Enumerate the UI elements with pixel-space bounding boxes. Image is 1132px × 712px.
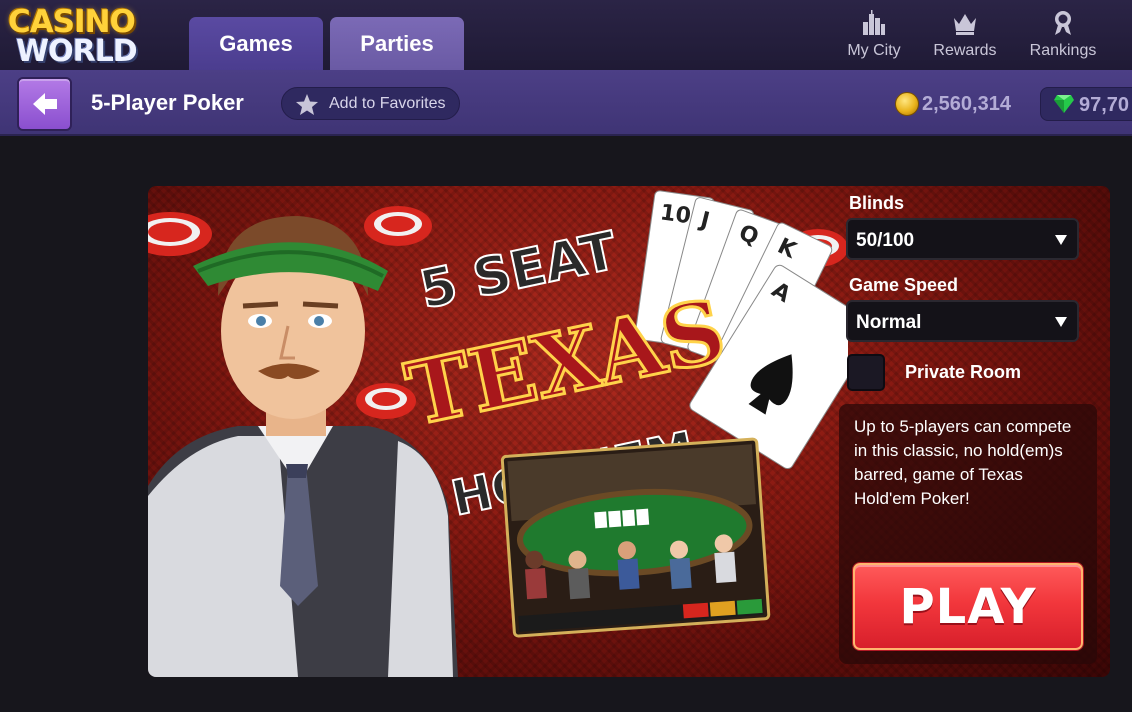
game-description: Up to 5-players can compete in this clas… [854,417,1072,508]
add-to-favorites-button[interactable]: Add to Favorites [281,87,460,120]
crown-icon [954,14,976,35]
private-room-checkbox[interactable] [847,354,885,391]
casino-world-logo[interactable]: CASINO WORLD [6,4,162,69]
game-artwork: 10 J Q K A 5 SEAT TEXAS HO [148,190,848,677]
nav-rewards-label: Rewards [933,42,997,59]
sub-bar: 5-Player Poker Add to Favorites 2,560,31… [0,70,1132,136]
back-button[interactable] [17,77,72,131]
game-speed-select-value: Normal [856,312,922,333]
tab-games[interactable]: Games [189,17,323,70]
tab-parties-label: Parties [360,30,434,56]
coin-balance-value: 2,560,314 [922,93,1011,115]
play-button-label: PLAY [899,578,1037,635]
blinds-select-value: 50/100 [856,230,915,251]
chip-top-left [148,212,212,256]
star-icon [296,94,318,115]
gem-balance[interactable]: 97,70 [1040,87,1132,121]
nav-rankings-label: Rankings [1029,42,1097,59]
private-room-label: Private Room [905,362,1022,382]
play-button[interactable]: PLAY [853,563,1083,650]
nav-rankings[interactable]: Rankings [1018,10,1108,66]
top-bar: CASINO WORLD Games Parties My City Rewar… [0,0,1132,70]
page-title: 5-Player Poker [91,90,244,115]
card-rank-1: 10 [659,200,693,229]
nav-rewards[interactable]: Rewards [920,10,1010,66]
chevron-down-icon [1055,317,1067,327]
nav-my-city[interactable]: My City [829,10,919,66]
coin-icon [895,92,919,116]
gem-icon [1054,95,1074,113]
blinds-label: Blinds [849,193,905,213]
blinds-select[interactable]: 50/100 [846,218,1079,260]
game-speed-label: Game Speed [849,275,959,295]
medal-icon [1055,11,1071,35]
add-to-favorites-label: Add to Favorites [329,95,446,112]
nav-my-city-label: My City [847,42,901,59]
tab-games-label: Games [219,30,293,56]
game-speed-select[interactable]: Normal [846,300,1079,342]
logo-line2: WORLD [16,34,138,69]
arrow-left-icon [33,93,57,115]
city-icon [863,10,885,35]
chevron-down-icon [1055,235,1067,245]
dealer-character [148,216,458,677]
gem-balance-value: 97,70 [1079,94,1130,116]
table-preview [500,437,771,638]
chip-top-center [364,206,432,246]
tab-parties[interactable]: Parties [330,17,464,70]
